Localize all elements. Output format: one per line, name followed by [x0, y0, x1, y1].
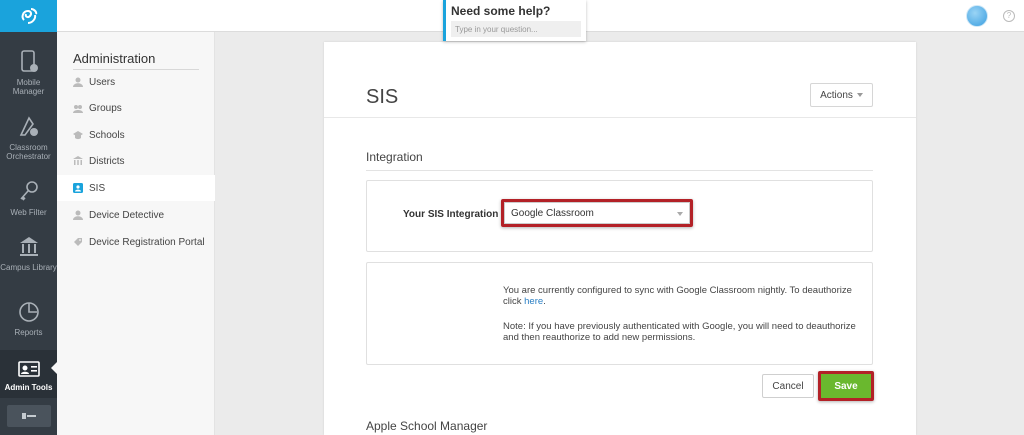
- help-title: Need some help?: [451, 4, 551, 18]
- detective-icon: [73, 210, 83, 220]
- divider: [366, 170, 873, 171]
- collapse-nav-button[interactable]: [7, 405, 51, 427]
- sidebar-item-label: Device Detective: [89, 209, 165, 221]
- nav-item-classroom-orchestrator[interactable]: Classroom Orchestrator: [0, 115, 57, 161]
- sis-selected-value: Google Classroom: [511, 207, 594, 219]
- nav-label: Reports: [14, 328, 43, 337]
- sync-info-card: You are currently configured to sync wit…: [366, 262, 873, 365]
- sidebar-item-label: Groups: [89, 102, 122, 114]
- nav-item-mobile-manager[interactable]: Mobile Manager: [0, 50, 57, 96]
- sis-integration-label: Your SIS Integration: [403, 209, 499, 220]
- sidebar-item-label: Device Registration Portal: [89, 236, 205, 248]
- sidebar-item-label: Users: [89, 76, 116, 88]
- sis-integration-card: Your SIS Integration Google Classroom: [366, 180, 873, 252]
- admin-title: Administration: [73, 51, 156, 66]
- admin-id-card-icon: [17, 361, 40, 377]
- nav-label: Mobile Manager: [12, 78, 45, 96]
- pie-chart-icon: [18, 302, 39, 322]
- library-icon: [19, 237, 38, 256]
- product-nav: Mobile Manager Classroom Orchestrator We…: [0, 32, 57, 435]
- nav-label: Classroom Orchestrator: [6, 143, 51, 161]
- apple-school-manager-section-title: Apple School Manager: [366, 419, 488, 433]
- sync-note-text: Note: If you have previously authenticat…: [503, 321, 856, 343]
- nav-label: Admin Tools: [4, 383, 53, 392]
- chevron-down-icon: [677, 212, 683, 216]
- sidebar-item-label: SIS: [89, 182, 106, 194]
- chevron-down-icon: [856, 93, 863, 97]
- sync-info-suffix: .: [543, 296, 546, 307]
- classroom-orchestrator-icon: [19, 116, 38, 136]
- integration-section-title: Integration: [366, 150, 423, 164]
- nav-item-web-filter[interactable]: Web Filter: [0, 180, 57, 217]
- save-button[interactable]: Save: [821, 374, 871, 398]
- sidebar-item-groups[interactable]: Groups: [57, 95, 215, 121]
- sync-info-line1: You are currently configured to sync wit…: [503, 285, 852, 296]
- collapse-icon: [22, 413, 36, 419]
- sidebar-item-schools[interactable]: Schools: [57, 122, 215, 148]
- divider: [324, 117, 916, 118]
- sidebar-item-label: Schools: [89, 129, 125, 141]
- page-title: SIS: [366, 86, 399, 108]
- graduation-cap-icon: [73, 131, 83, 140]
- nav-label: Web Filter: [10, 208, 47, 217]
- nav-item-campus-library[interactable]: Campus Library: [0, 235, 57, 272]
- actions-dropdown-button[interactable]: Actions: [810, 83, 873, 107]
- sidebar-item-districts[interactable]: Districts: [57, 148, 215, 174]
- admin-sidebar: Administration Users Groups Schools Dist…: [57, 32, 215, 435]
- logo-icon: [21, 8, 37, 24]
- nav-label: Campus Library: [0, 263, 57, 272]
- sis-integration-select[interactable]: Google Classroom: [504, 202, 690, 224]
- tag-icon: [74, 238, 82, 246]
- sync-info-prefix: click: [503, 296, 525, 307]
- sis-select-highlight: Google Classroom: [501, 199, 693, 227]
- nav-item-admin-tools[interactable]: Admin Tools: [0, 350, 57, 398]
- sis-icon: [73, 183, 83, 193]
- user-icon: [73, 77, 83, 87]
- deauthorize-link[interactable]: here: [524, 296, 543, 307]
- app-logo[interactable]: [0, 0, 57, 32]
- help-widget: Need some help?: [443, 0, 586, 41]
- help-search-input[interactable]: [451, 21, 581, 37]
- sidebar-item-device-detective[interactable]: Device Detective: [57, 202, 215, 228]
- help-question-icon[interactable]: ?: [1003, 10, 1015, 22]
- mobile-device-icon: [20, 50, 38, 72]
- sidebar-item-sis[interactable]: SIS: [57, 175, 215, 201]
- nav-item-reports[interactable]: Reports: [0, 300, 57, 337]
- building-icon: [73, 156, 83, 165]
- user-avatar[interactable]: [966, 5, 988, 27]
- actions-label: Actions: [820, 89, 853, 101]
- sidebar-item-device-registration-portal[interactable]: Device Registration Portal: [57, 229, 215, 255]
- key-icon: [19, 181, 38, 201]
- sidebar-item-label: Districts: [89, 155, 125, 167]
- cancel-button[interactable]: Cancel: [762, 374, 814, 398]
- sidebar-item-users[interactable]: Users: [57, 69, 215, 95]
- save-button-highlight: Save: [818, 371, 874, 401]
- group-icon: [73, 105, 83, 113]
- sync-info-text: You are currently configured to sync wit…: [503, 285, 863, 307]
- main-panel: SIS Actions Integration Your SIS Integra…: [324, 42, 916, 435]
